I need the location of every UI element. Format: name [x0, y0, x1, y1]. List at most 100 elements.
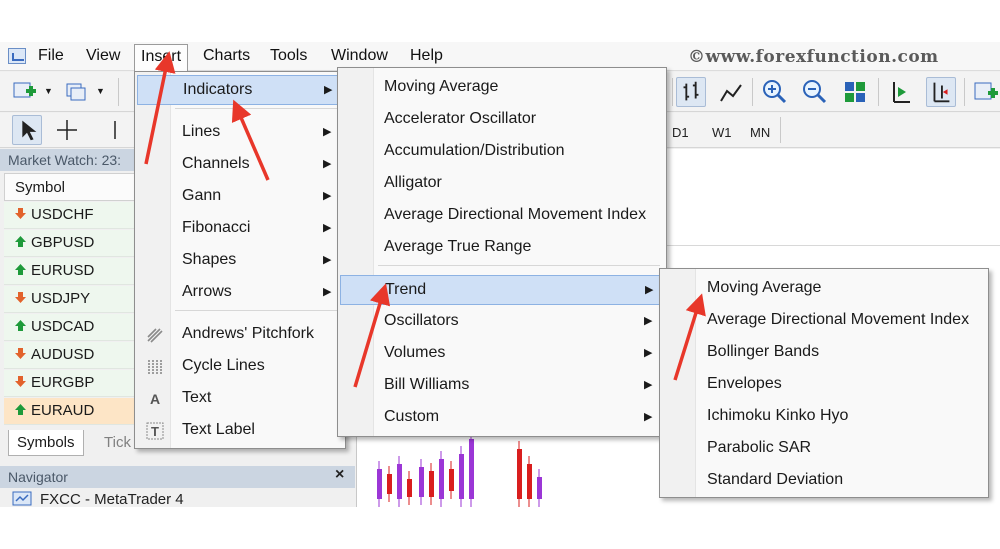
candle-body [449, 469, 454, 491]
submenu-arrow-icon: ▶ [323, 158, 332, 170]
submenu-arrow-icon: ▶ [644, 379, 653, 391]
menu-item-label: Moving Average [707, 279, 822, 296]
timeframe-w1[interactable]: W1 [712, 125, 732, 140]
indicator-item-custom[interactable]: Custom ▶ [340, 403, 664, 433]
trend-item-standard-deviation[interactable]: Standard Deviation [662, 466, 986, 496]
timeframe-mn[interactable]: MN [750, 125, 770, 140]
symbol-column-header[interactable]: Symbol [4, 173, 135, 201]
menu-file[interactable]: File [38, 47, 64, 69]
menu-item-label: Custom [384, 408, 440, 425]
insert-item-fibonacci[interactable]: Fibonacci ▶ [137, 214, 343, 244]
trend-menu: Moving Average Average Directional Moveme… [659, 268, 989, 498]
indicator-item-accelerator-oscillator[interactable]: Accelerator Oscillator [340, 105, 664, 135]
indicator-item-bill-williams[interactable]: Bill Williams ▶ [340, 371, 664, 401]
trend-item-envelopes[interactable]: Envelopes [662, 370, 986, 400]
indicator-item-trend[interactable]: Trend ▶ [340, 275, 664, 305]
trend-item-parabolic-sar[interactable]: Parabolic SAR [662, 434, 986, 464]
submenu-arrow-icon: ▶ [645, 284, 654, 296]
insert-item-text[interactable]: A Text [137, 384, 343, 414]
new-chart-icon[interactable] [10, 77, 40, 107]
insert-item-indicators[interactable]: Indicators ▶ [137, 75, 343, 105]
candle-body [429, 471, 434, 497]
menu-charts[interactable]: Charts [203, 47, 250, 69]
insert-item-text-label[interactable]: T Text Label [137, 416, 343, 446]
menu-tools[interactable]: Tools [270, 47, 307, 69]
menu-item-label: Average Directional Movement Index [384, 206, 647, 223]
trend-item-average-directional-movement-index[interactable]: Average Directional Movement Index [662, 306, 986, 336]
bar-chart-icon[interactable] [676, 77, 706, 107]
profiles-dropdown-icon[interactable]: ▼ [96, 86, 105, 96]
insert-item-lines[interactable]: Lines ▶ [137, 118, 343, 148]
indicator-item-accumulation-distribution[interactable]: Accumulation/Distribution [340, 137, 664, 167]
watermark: ©www.forexfunction.com [688, 47, 939, 67]
vertical-line-icon[interactable] [100, 115, 130, 145]
menu-item-label: Andrews' Pitchfork [182, 325, 314, 342]
menu-insert[interactable]: Insert [134, 44, 189, 72]
symbol-row-usdchf[interactable]: USDCHF [4, 202, 135, 229]
navigator-root[interactable]: FXCC - MetaTrader 4 [12, 491, 184, 507]
menu-item-label: Text Label [182, 421, 255, 438]
trend-item-moving-average[interactable]: Moving Average [662, 274, 986, 304]
symbol-row-eurgbp[interactable]: EURGBP [4, 370, 135, 397]
submenu-arrow-icon: ▶ [644, 315, 653, 327]
candle-body [419, 467, 424, 497]
menu-view[interactable]: View [86, 47, 120, 69]
arrow-down-icon [15, 348, 26, 359]
menu-window[interactable]: Window [331, 47, 388, 69]
candle-body [439, 459, 444, 499]
crosshair-icon[interactable] [52, 115, 82, 145]
indicator-item-oscillators[interactable]: Oscillators ▶ [340, 307, 664, 337]
indicator-add-icon[interactable] [970, 77, 1000, 107]
symbol-row-audusd[interactable]: AUDUSD [4, 342, 135, 369]
zoom-in-icon[interactable] [760, 77, 790, 107]
indicator-item-volumes[interactable]: Volumes ▶ [340, 339, 664, 369]
submenu-arrow-icon: ▶ [323, 190, 332, 202]
menu-item-label: Bollinger Bands [707, 343, 820, 360]
tab-symbols[interactable]: Symbols [8, 430, 84, 456]
submenu-arrow-icon: ▶ [644, 411, 653, 423]
insert-item-andrews-pitchfork[interactable]: Andrews' Pitchfork [137, 320, 343, 350]
new-chart-dropdown-icon[interactable]: ▼ [44, 86, 53, 96]
navigator-close-button[interactable]: × [335, 466, 344, 484]
tab-tick[interactable]: Tick [96, 430, 139, 456]
insert-item-cycle-lines[interactable]: Cycle Lines [137, 352, 343, 382]
insert-item-shapes[interactable]: Shapes ▶ [137, 246, 343, 276]
menu-help[interactable]: Help [410, 47, 443, 69]
pitchfork-icon [147, 328, 163, 343]
indicator-item-moving-average[interactable]: Moving Average [340, 73, 664, 103]
cursor-icon[interactable] [12, 115, 42, 145]
symbol-row-usdjpy[interactable]: USDJPY [4, 286, 135, 313]
toolbar-separator [672, 78, 673, 106]
symbol-name: AUDUSD [31, 346, 95, 363]
candle-body [459, 454, 464, 499]
line-chart-icon[interactable] [716, 77, 746, 107]
insert-item-gann[interactable]: Gann ▶ [137, 182, 343, 212]
indicators-menu: Moving Average Accelerator Oscillator Accu… [337, 67, 667, 437]
chart-shift-icon[interactable] [886, 77, 916, 107]
menu-item-label: Envelopes [707, 375, 782, 392]
symbol-name: EURGBP [31, 374, 95, 391]
menu-item-label: Ichimoku Kinko Hyo [707, 407, 849, 424]
toolbar-separator [780, 117, 781, 143]
insert-item-channels[interactable]: Channels ▶ [137, 150, 343, 180]
timeframe-d1[interactable]: D1 [672, 125, 689, 140]
trend-item-ichimoku-kinko-hyo[interactable]: Ichimoku Kinko Hyo [662, 402, 986, 432]
symbol-row-usdcad[interactable]: USDCAD [4, 314, 135, 341]
trend-item-bollinger-bands[interactable]: Bollinger Bands [662, 338, 986, 368]
symbol-row-euraud[interactable]: EURAUD [4, 398, 135, 425]
arrow-up-icon [15, 264, 26, 275]
zoom-out-icon[interactable] [800, 77, 830, 107]
arrow-down-icon [15, 208, 26, 219]
insert-item-arrows[interactable]: Arrows ▶ [137, 278, 343, 308]
indicator-item-alligator[interactable]: Alligator [340, 169, 664, 199]
submenu-arrow-icon: ▶ [324, 84, 333, 96]
profiles-icon[interactable] [62, 77, 92, 107]
tile-windows-icon[interactable] [840, 77, 870, 107]
indicator-item-average-directional-movement-index[interactable]: Average Directional Movement Index [340, 201, 664, 231]
auto-scroll-icon[interactable] [926, 77, 956, 107]
indicator-item-average-true-range[interactable]: Average True Range [340, 233, 664, 263]
candle-body [517, 449, 522, 499]
symbol-row-gbpusd[interactable]: GBPUSD [4, 230, 135, 257]
symbol-row-eurusd[interactable]: EURUSD [4, 258, 135, 285]
toolbar-separator [964, 78, 965, 106]
